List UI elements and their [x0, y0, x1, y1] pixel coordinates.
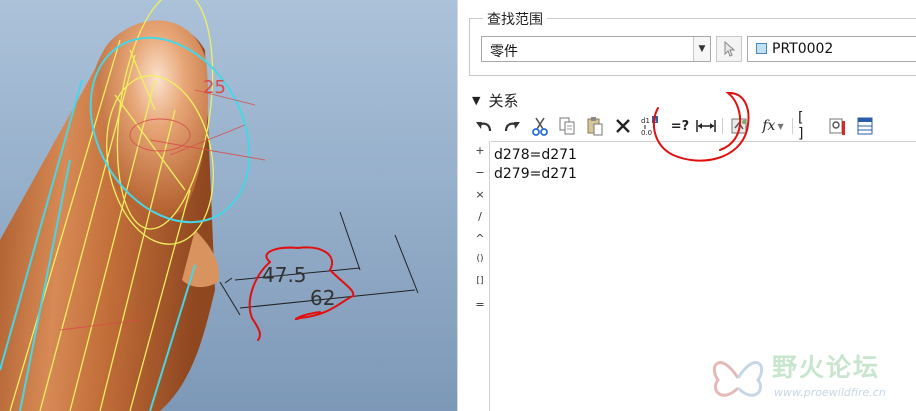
- collapse-triangle-icon[interactable]: ▼: [472, 94, 480, 107]
- scope-type-value: 零件: [490, 44, 518, 60]
- relations-section-header[interactable]: ▼ 关系: [472, 90, 518, 110]
- cad-viewport[interactable]: 25 47.5 62: [0, 0, 457, 411]
- verify-icon[interactable]: [728, 114, 752, 138]
- toolbar-separator: [722, 118, 723, 134]
- relations-panel: 查找范围 零件 ▼ PRT0002 ▼ 关系 d1 1 0.0 =? fx ▼ …: [458, 0, 916, 411]
- relations-section-label: 关系: [488, 91, 519, 110]
- relations-toolbar: d1 1 0.0 =? fx ▼ [ ]: [472, 110, 916, 142]
- scope-type-dropdown[interactable]: 零件 ▼: [481, 36, 711, 62]
- operator-equals[interactable]: =: [471, 298, 489, 311]
- dimension-62[interactable]: 62: [310, 286, 335, 310]
- cut-icon[interactable]: [528, 114, 552, 138]
- watermark-title: 野火论坛: [772, 353, 881, 382]
- operator-minus[interactable]: −: [471, 166, 489, 179]
- operator-power[interactable]: ^: [471, 232, 489, 245]
- operator-brackets[interactable]: []: [471, 276, 489, 286]
- relation-line[interactable]: d279=d271: [494, 166, 577, 182]
- model-name-field[interactable]: PRT0002: [747, 36, 916, 62]
- cursor-arrow-icon: [724, 41, 736, 57]
- dropdown-arrow-icon[interactable]: ▼: [693, 37, 710, 61]
- watermark-url: www.proewildfire.cn: [774, 386, 886, 399]
- evaluate-icon[interactable]: =?: [666, 114, 694, 138]
- operator-plus[interactable]: +: [471, 144, 489, 157]
- dimension-47-5[interactable]: 47.5: [262, 263, 307, 287]
- operator-multiply[interactable]: ×: [471, 188, 489, 201]
- relation-line[interactable]: d278=d271: [494, 147, 577, 163]
- select-model-button[interactable]: [716, 36, 742, 62]
- forum-watermark: 野火论坛 www.proewildfire.cn: [708, 348, 908, 410]
- sort-relations-icon[interactable]: d1 1 0.0: [638, 114, 662, 138]
- svg-text:d1: d1: [641, 117, 650, 125]
- insert-function-icon[interactable]: fx ▼: [758, 114, 788, 138]
- svg-text:1: 1: [653, 117, 657, 124]
- butterfly-logo-icon: [712, 361, 764, 397]
- local-parameters-icon[interactable]: [826, 114, 850, 138]
- operator-parentheses[interactable]: (): [471, 254, 489, 264]
- toolbar-separator: [792, 118, 793, 134]
- part-icon: [756, 43, 767, 54]
- copy-icon[interactable]: [555, 114, 579, 138]
- operator-divide[interactable]: /: [471, 210, 489, 223]
- undo-icon[interactable]: [472, 114, 496, 138]
- dimension-icon[interactable]: [694, 114, 718, 138]
- paste-icon[interactable]: [583, 114, 607, 138]
- redo-icon[interactable]: [500, 114, 524, 138]
- model-name-value: PRT0002: [772, 41, 834, 57]
- svg-text:0.0: 0.0: [641, 129, 652, 137]
- angle-label: 25: [203, 77, 226, 98]
- search-scope-legend: 查找范围: [483, 9, 547, 29]
- delete-icon[interactable]: [611, 114, 635, 138]
- table-icon[interactable]: [854, 114, 878, 138]
- operator-gutter: + − × / ^ () [] =: [471, 141, 490, 411]
- brackets-icon[interactable]: [ ]: [798, 110, 822, 142]
